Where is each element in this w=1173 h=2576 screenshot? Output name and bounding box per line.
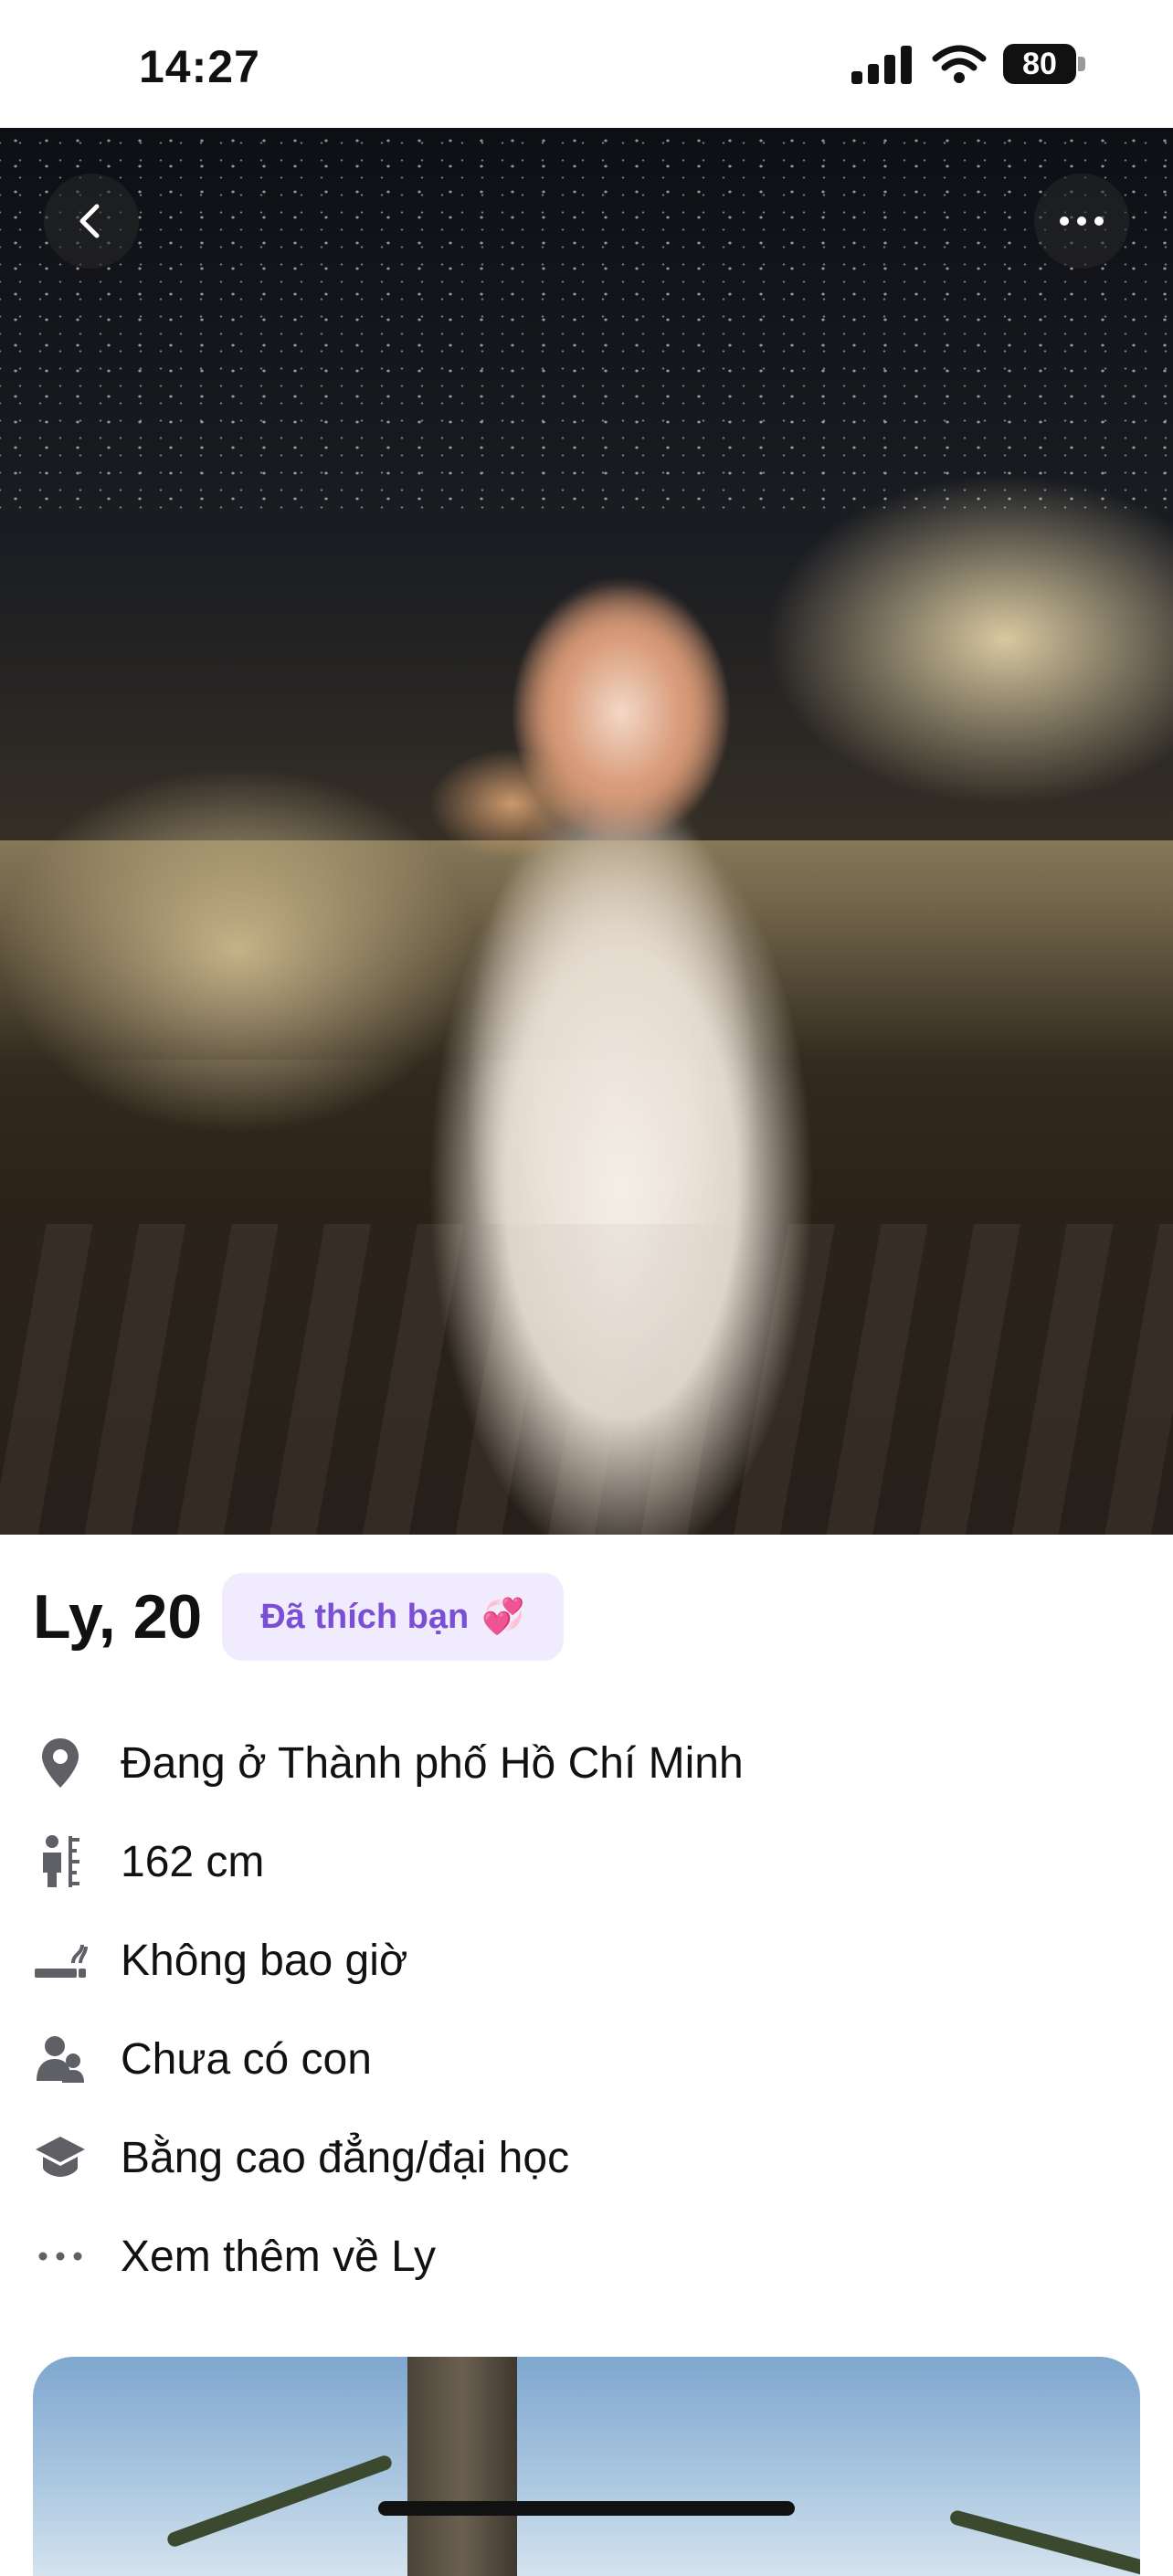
- more-options-button[interactable]: [1034, 174, 1129, 269]
- location-pin-icon: [33, 1736, 88, 1790]
- profile-info-list: Đang ở Thành phố Hồ Chí Minh 162 cm Khôn…: [33, 1714, 1129, 2306]
- status-icons: 80: [851, 44, 1085, 84]
- profile-name-age: Ly, 20: [33, 1582, 203, 1652]
- liked-badge-label: Đã thích bạn: [260, 1597, 470, 1636]
- status-time: 14:27: [139, 41, 260, 92]
- height-icon: [33, 1834, 88, 1889]
- see-more-link[interactable]: Xem thêm về Ly: [121, 2232, 436, 2282]
- back-button[interactable]: [44, 174, 139, 269]
- info-children: Chưa có con: [33, 2010, 1129, 2108]
- info-smoking: Không bao giờ: [33, 1911, 1129, 2010]
- chevron-left-icon: [79, 204, 100, 238]
- smoking-text: Không bao giờ: [121, 1936, 408, 1985]
- palm-frond: [948, 2508, 1140, 2576]
- children-text: Chưa có con: [121, 2034, 372, 2084]
- education-cap-icon: [33, 2130, 88, 2185]
- profile-photo[interactable]: [0, 128, 1173, 1535]
- height-text: 162 cm: [121, 1837, 265, 1886]
- education-text: Bằng cao đẳng/đại học: [121, 2133, 570, 2182]
- hearts-icon: 💞: [481, 1598, 525, 1636]
- info-education: Bằng cao đẳng/đại học: [33, 2108, 1129, 2207]
- children-icon: [33, 2032, 88, 2086]
- info-height: 162 cm: [33, 1812, 1129, 1911]
- more-dots-icon: [33, 2229, 88, 2284]
- palm-trunk: [407, 2357, 517, 2576]
- battery-level: 80: [1003, 44, 1076, 84]
- name-row: Ly, 20 Đã thích bạn 💞: [33, 1573, 564, 1661]
- cocktail-glass: [256, 731, 585, 1114]
- liked-you-badge: Đã thích bạn 💞: [222, 1573, 564, 1661]
- info-see-more[interactable]: Xem thêm về Ly: [33, 2207, 1129, 2306]
- smoking-icon: [33, 1933, 88, 1988]
- ellipsis-icon: [1060, 216, 1104, 226]
- battery-icon: 80: [1003, 44, 1085, 84]
- info-location: Đang ở Thành phố Hồ Chí Minh: [33, 1714, 1129, 1812]
- wifi-icon: [932, 45, 987, 83]
- ceiling-lights: [0, 128, 1173, 512]
- palm-frond: [165, 2454, 394, 2549]
- status-bar: 14:27 80: [0, 0, 1173, 128]
- second-photo[interactable]: [33, 2357, 1140, 2576]
- home-indicator[interactable]: [378, 2501, 795, 2516]
- cellular-signal-icon: [851, 44, 915, 84]
- location-text: Đang ở Thành phố Hồ Chí Minh: [121, 1738, 744, 1788]
